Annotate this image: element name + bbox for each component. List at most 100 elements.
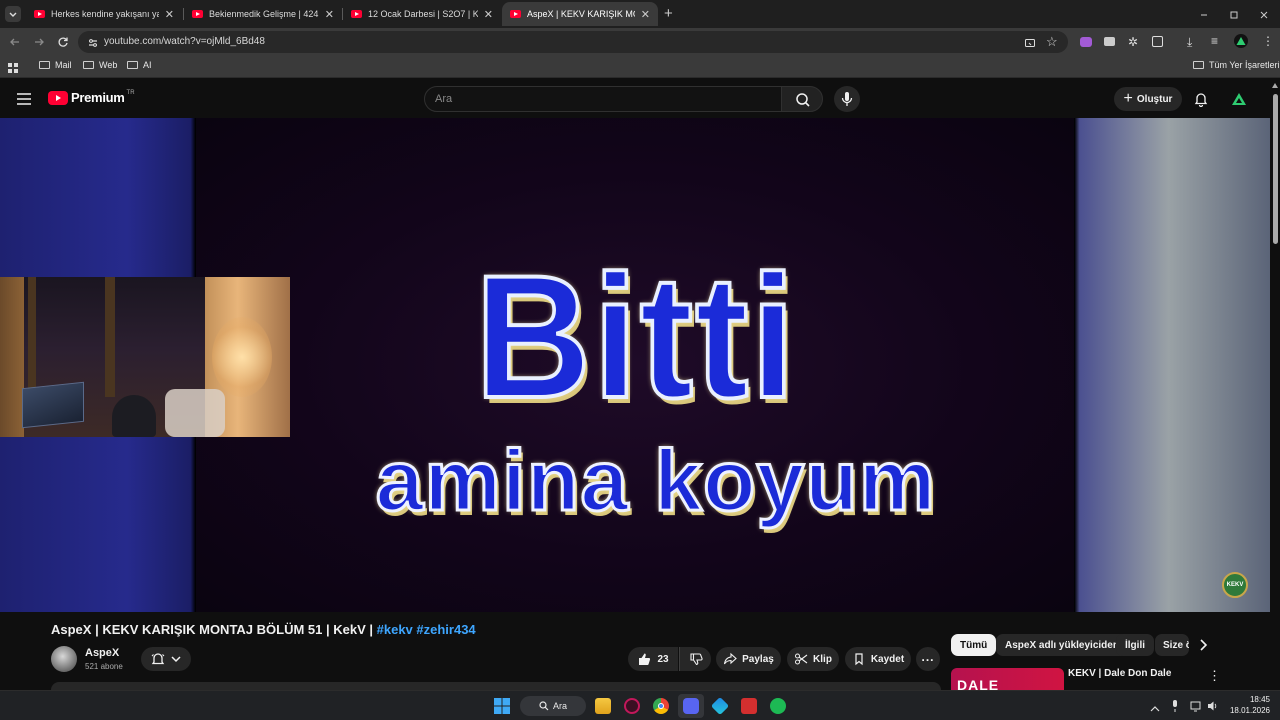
channel-name[interactable]: AspeX [85,647,119,659]
subscribe-notification-button[interactable] [141,647,191,671]
clock-date: 18.01.2026 [1229,706,1270,715]
close-icon[interactable]: ✕ [641,8,650,21]
bookmark-ai[interactable]: AI [127,60,152,70]
more-actions-button[interactable]: ... [916,647,940,671]
video-frame: Bitti amina koyum [196,118,1074,612]
video-hashtags[interactable]: #kekv #zehir434 [377,622,476,637]
new-tab-button[interactable]: + [664,5,673,22]
monitor [22,381,84,429]
search-input[interactable]: Ara [424,86,782,112]
folder-icon [1193,61,1204,69]
save-button[interactable]: Kaydet [845,647,911,671]
notifications-button[interactable] [1193,91,1209,108]
extensions-puzzle-icon[interactable] [1152,36,1163,47]
dislike-button[interactable] [679,647,711,671]
app-network-icon[interactable] [710,696,730,716]
recommended-more-button[interactable]: ⋮ [1208,668,1221,684]
scrollbar-thumb[interactable] [1273,94,1278,244]
chip-for-you[interactable]: Size ö [1155,634,1189,656]
restore-window-button[interactable] [1228,8,1240,20]
minimize-window-button[interactable] [1198,8,1210,20]
camera-extension-icon[interactable] [1104,37,1115,46]
voice-search-button[interactable] [834,86,860,112]
bookmark-label: Web [99,60,118,70]
search-button[interactable] [781,86,823,112]
browser-tab[interactable]: Bekienmedik Gelişme | 424 | KE ✕ [184,2,342,26]
bookmark-mail[interactable]: Mail [39,60,72,70]
youtube-masthead: Premium TR Ara + Oluştur [0,80,1280,118]
close-window-button[interactable] [1258,8,1270,20]
clip-label: Klip [813,653,832,665]
save-label: Kaydet [870,653,905,665]
plus-icon: + [1123,90,1133,107]
spotify-icon[interactable] [770,698,786,714]
channel-avatar[interactable] [51,646,77,672]
youtube-logo[interactable]: Premium TR [48,90,135,105]
reload-button[interactable] [57,36,69,50]
lamp-glow [212,317,272,397]
bookmark-web[interactable]: Web [83,60,117,70]
microphone-tray-icon[interactable] [1171,699,1179,712]
close-icon[interactable]: ✕ [165,8,174,21]
browser-tab[interactable]: Herkes kendine yakışanı yapsın ✕ [26,2,182,26]
scroll-up-arrow[interactable] [1272,83,1278,88]
arrow-right-icon [35,38,44,46]
region-code: TR [126,89,135,96]
create-button[interactable]: + Oluştur [1114,87,1182,111]
profile-avatar-icon[interactable] [1234,34,1248,48]
account-avatar[interactable] [1230,90,1248,108]
account-icon [1232,93,1246,105]
browser-menu-icon[interactable]: ⋮ [1262,34,1274,48]
share-button[interactable]: Paylaş [716,647,781,671]
logo-text: Premium [71,90,125,105]
windows-taskbar: Ara 18:45 18.01.2026 [0,690,1280,720]
bookmarks-bar: Mail Web AI Tüm Yer İşaretleri [0,56,1280,78]
back-button[interactable] [9,36,21,50]
chips-next-button[interactable] [1196,638,1210,652]
site-info-icon[interactable] [87,36,99,48]
app-circle-icon[interactable] [624,698,640,714]
bookmark-star-icon[interactable]: ☆ [1046,34,1058,50]
browser-tab-strip: Herkes kendine yakışanı yapsın ✕ Bekienm… [0,0,1280,28]
browser-tab-active[interactable]: AspeX | KEKV KARIŞIK MONTAJ BÖ ✕ [502,2,658,26]
chip-from-uploader[interactable]: AspeX adlı yükleyiciden [996,634,1128,656]
like-button[interactable]: 23 [628,647,678,671]
recommended-thumbnail[interactable]: DALE [951,668,1064,690]
app-red-icon[interactable] [741,698,757,714]
video-player[interactable]: Bitti amina koyum KEKV [0,118,1270,612]
volume-tray-icon[interactable] [1207,699,1219,711]
channel-watermark[interactable]: KEKV [1222,572,1248,598]
address-bar[interactable]: youtube.com/watch?v=ojMld_6Bd48 ☆ [78,31,1068,53]
cast-icon[interactable] [1024,36,1036,48]
forward-button[interactable] [33,36,45,50]
guide-menu-button[interactable] [16,92,32,106]
chip-all[interactable]: Tümü [951,634,997,656]
tab-search-button[interactable] [5,6,21,22]
reading-list-icon[interactable]: ≡ [1211,34,1218,48]
clip-button[interactable]: Klip [787,647,839,671]
chip-related[interactable]: İlgili [1116,634,1154,656]
network-tray-icon[interactable] [1190,699,1202,712]
all-bookmarks[interactable]: Tüm Yer İşaretleri [1193,60,1280,70]
chrome-icon[interactable] [653,698,669,714]
folder-icon [127,61,138,69]
extension-icon[interactable] [1080,37,1092,47]
start-button[interactable] [494,698,510,714]
description-box[interactable] [51,682,941,690]
youtube-play-icon [48,90,68,105]
system-clock[interactable]: 18:45 18.01.2026 [1230,694,1270,716]
tray-chevron-up-icon[interactable] [1150,701,1160,712]
recommended-title[interactable]: KEKV | Dale Don Dale [1068,668,1171,679]
taskbar-search[interactable]: Ara [520,696,586,716]
video-overlay-text-line1: Bitti [473,240,798,435]
youtube-favicon-icon [34,10,45,18]
discord-icon[interactable] [683,698,699,714]
apps-grid-icon[interactable] [8,61,19,73]
close-icon[interactable]: ✕ [325,8,334,21]
page-scrollbar[interactable] [1270,80,1280,690]
gear-extension-icon[interactable]: ✲ [1128,35,1138,49]
browser-tab[interactable]: 12 Ocak Darbesi | S2O7 | KEKV ✕ [343,2,501,26]
download-icon[interactable]: ⤓ [1187,35,1192,50]
file-explorer-icon[interactable] [595,698,611,714]
close-icon[interactable]: ✕ [484,8,493,21]
